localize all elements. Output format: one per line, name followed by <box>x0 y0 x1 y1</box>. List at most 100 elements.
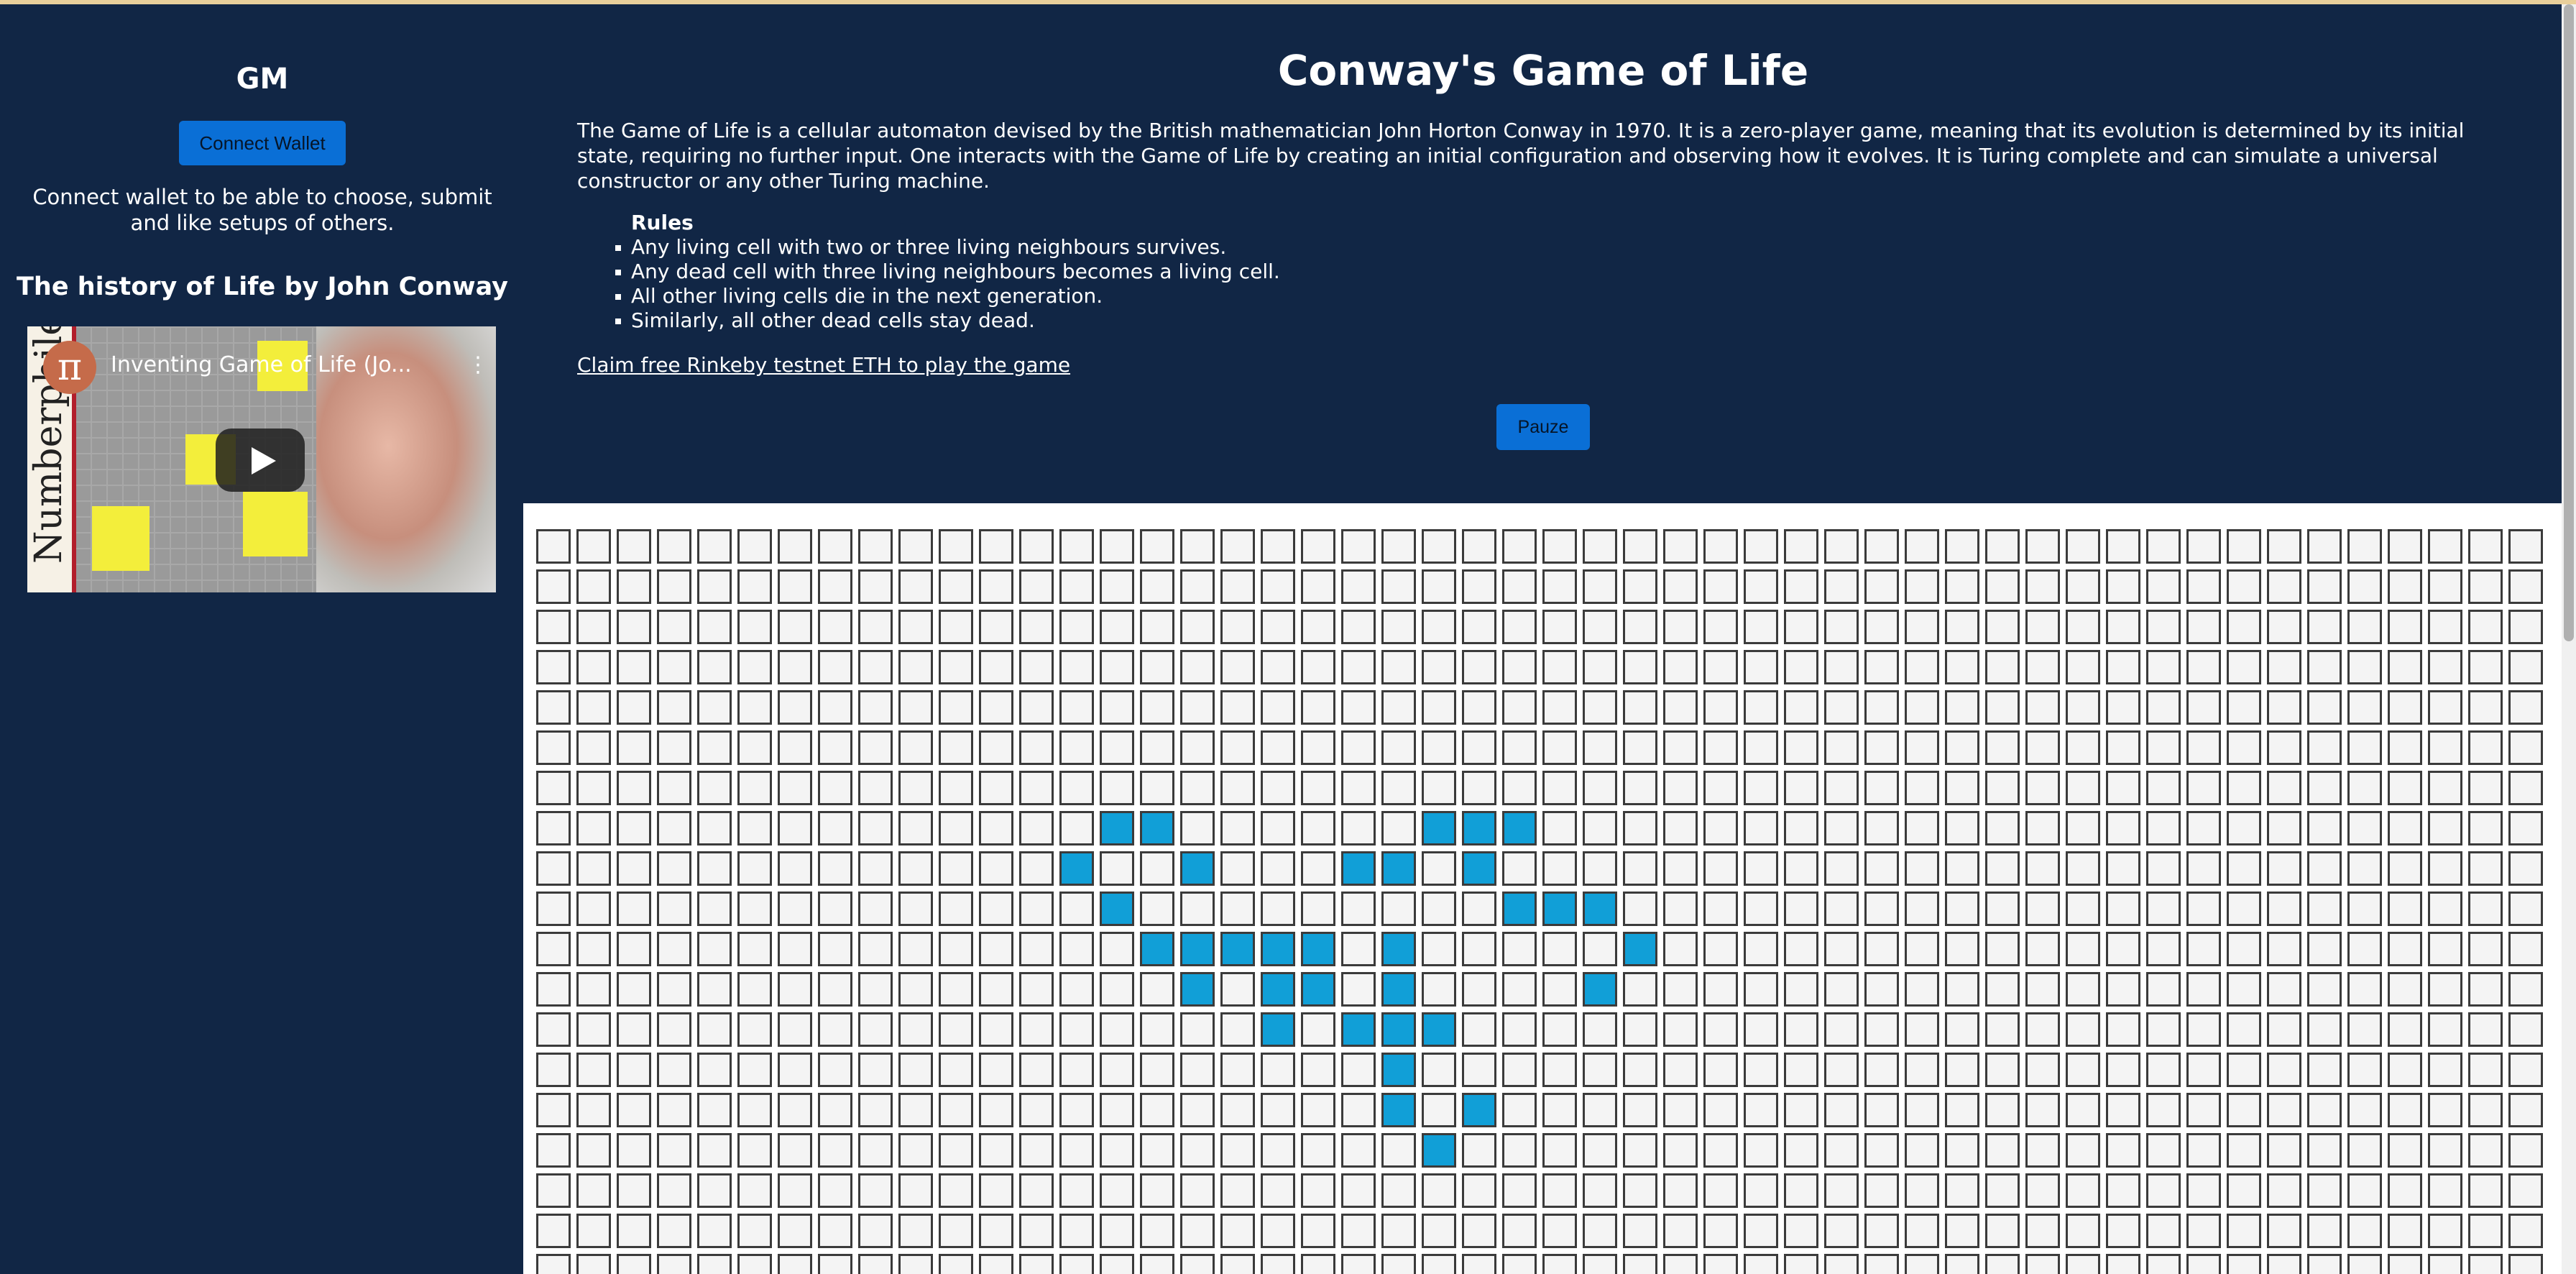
grid-cell[interactable] <box>1019 610 1054 644</box>
grid-cell[interactable] <box>1180 811 1215 845</box>
grid-cell[interactable] <box>778 569 812 604</box>
grid-cell[interactable] <box>898 1214 933 1248</box>
grid-cell[interactable] <box>1864 1214 1899 1248</box>
grid-cell[interactable] <box>536 529 571 564</box>
grid-cell[interactable] <box>778 932 812 966</box>
grid-cell[interactable] <box>1261 529 1295 564</box>
grid-cell[interactable] <box>1220 610 1255 644</box>
grid-cell[interactable] <box>1542 771 1577 805</box>
grid-cell[interactable] <box>1462 892 1496 926</box>
grid-cell[interactable] <box>2106 1173 2140 1208</box>
grid-cell[interactable] <box>1583 529 1617 564</box>
grid-cell[interactable] <box>2388 1133 2422 1168</box>
grid-cell[interactable] <box>1985 1214 2020 1248</box>
grid-cell[interactable] <box>2388 1012 2422 1047</box>
grid-cell[interactable] <box>1703 771 1738 805</box>
grid-cell[interactable] <box>1019 771 1054 805</box>
grid-cell[interactable] <box>2186 851 2221 886</box>
grid-cell[interactable] <box>2186 892 2221 926</box>
grid-cell[interactable] <box>1422 851 1456 886</box>
grid-cell[interactable] <box>617 932 651 966</box>
grid-cell[interactable] <box>536 650 571 684</box>
grid-cell[interactable] <box>818 1254 852 1274</box>
grid-cell[interactable] <box>2025 932 2060 966</box>
grid-cell-alive[interactable] <box>1140 811 1174 845</box>
grid-cell-alive[interactable] <box>1341 1012 1376 1047</box>
grid-cell[interactable] <box>778 650 812 684</box>
grid-cell[interactable] <box>2106 650 2140 684</box>
grid-cell[interactable] <box>1583 1053 1617 1087</box>
grid-cell[interactable] <box>1019 892 1054 926</box>
grid-cell[interactable] <box>1583 771 1617 805</box>
grid-cell[interactable] <box>2146 851 2181 886</box>
grid-cell[interactable] <box>1180 1254 1215 1274</box>
grid-cell[interactable] <box>1583 730 1617 765</box>
grid-cell[interactable] <box>1864 851 1899 886</box>
grid-cell[interactable] <box>1100 1093 1134 1127</box>
grid-cell[interactable] <box>1059 892 1094 926</box>
grid-cell[interactable] <box>1100 972 1134 1007</box>
grid-cell[interactable] <box>1261 1053 1295 1087</box>
grid-cell[interactable] <box>778 1053 812 1087</box>
grid-cell[interactable] <box>2307 972 2342 1007</box>
grid-cell[interactable] <box>1784 650 1818 684</box>
grid-cell[interactable] <box>1381 811 1416 845</box>
grid-cell-alive[interactable] <box>1381 851 1416 886</box>
grid-cell[interactable] <box>1663 1053 1698 1087</box>
grid-cell[interactable] <box>2428 690 2462 725</box>
grid-cell[interactable] <box>1985 1173 2020 1208</box>
grid-cell[interactable] <box>1583 851 1617 886</box>
grid-cell[interactable] <box>1301 771 1335 805</box>
grid-cell[interactable] <box>657 690 691 725</box>
grid-cell[interactable] <box>1220 1133 1255 1168</box>
grid-cell[interactable] <box>2267 1214 2301 1248</box>
grid-cell[interactable] <box>2388 1173 2422 1208</box>
grid-cell[interactable] <box>1663 690 1698 725</box>
grid-cell[interactable] <box>2066 771 2100 805</box>
grid-cell[interactable] <box>2146 730 2181 765</box>
grid-cell[interactable] <box>2388 529 2422 564</box>
grid-cell[interactable] <box>2468 529 2503 564</box>
grid-cell[interactable] <box>1583 1214 1617 1248</box>
grid-cell[interactable] <box>2307 1093 2342 1127</box>
grid-cell[interactable] <box>2186 1214 2221 1248</box>
grid-cell[interactable] <box>1059 1254 1094 1274</box>
grid-cell[interactable] <box>2025 1093 2060 1127</box>
grid-cell[interactable] <box>2227 730 2261 765</box>
grid-cell[interactable] <box>1019 1173 1054 1208</box>
grid-cell-alive[interactable] <box>1502 811 1537 845</box>
grid-cell[interactable] <box>939 610 973 644</box>
grid-cell[interactable] <box>2146 650 2181 684</box>
grid-cell[interactable] <box>2388 730 2422 765</box>
grid-cell-alive[interactable] <box>1422 811 1456 845</box>
grid-cell[interactable] <box>2388 1254 2422 1274</box>
grid-cell[interactable] <box>1703 610 1738 644</box>
grid-cell[interactable] <box>1502 932 1537 966</box>
grid-cell[interactable] <box>2106 569 2140 604</box>
grid-cell[interactable] <box>1220 1173 1255 1208</box>
grid-cell[interactable] <box>2227 1133 2261 1168</box>
grid-cell[interactable] <box>2106 730 2140 765</box>
grid-cell[interactable] <box>2146 932 2181 966</box>
grid-cell[interactable] <box>1462 569 1496 604</box>
grid-cell-alive[interactable] <box>1462 811 1496 845</box>
grid-cell[interactable] <box>1542 1012 1577 1047</box>
grid-cell[interactable] <box>1059 610 1094 644</box>
grid-cell[interactable] <box>1422 932 1456 966</box>
grid-cell[interactable] <box>1220 650 1255 684</box>
grid-cell[interactable] <box>617 1012 651 1047</box>
grid-cell[interactable] <box>1341 1133 1376 1168</box>
grid-cell[interactable] <box>818 1173 852 1208</box>
grid-cell[interactable] <box>1905 932 1939 966</box>
grid-cell[interactable] <box>1140 1254 1174 1274</box>
grid-cell[interactable] <box>1059 771 1094 805</box>
grid-cell[interactable] <box>1502 730 1537 765</box>
grid-cell[interactable] <box>1945 892 1979 926</box>
grid-cell[interactable] <box>1140 650 1174 684</box>
grid-cell[interactable] <box>1140 1012 1174 1047</box>
grid-cell[interactable] <box>737 1012 772 1047</box>
grid-cell[interactable] <box>2106 972 2140 1007</box>
channel-logo-icon[interactable]: π <box>43 341 96 394</box>
grid-cell[interactable] <box>1301 1254 1335 1274</box>
grid-cell[interactable] <box>1180 1012 1215 1047</box>
